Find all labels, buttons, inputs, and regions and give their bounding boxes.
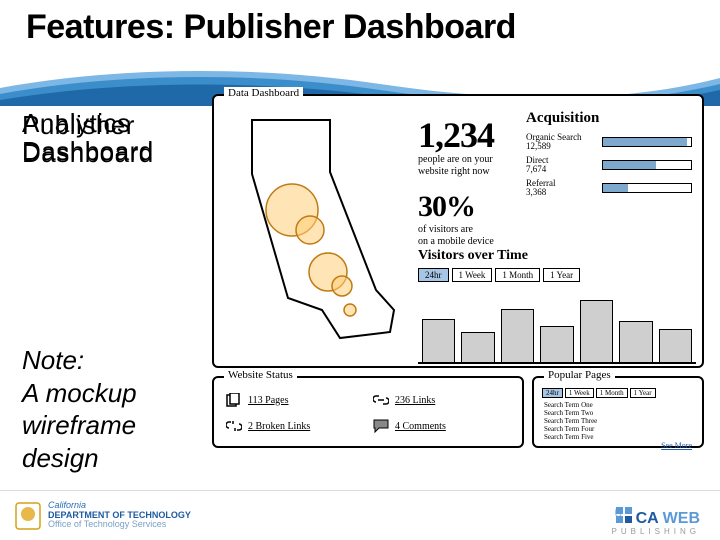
visitors-bar-chart (418, 288, 696, 364)
list-item: Search Term Two (544, 409, 692, 417)
chart-bar (540, 326, 573, 362)
acq-bar (603, 138, 687, 146)
footer: California DEPARTMENT OF TECHNOLOGY Offi… (0, 490, 720, 540)
see-more-link[interactable]: See More (544, 441, 692, 450)
brand-publishing: PUBLISHING (612, 527, 700, 536)
note-text: Note: A mockup wireframe design (22, 344, 202, 474)
status-label: 2 Broken Links (248, 421, 310, 432)
acquisition-block: Acquisition Organic Search12,589 Direct7… (526, 110, 692, 202)
status-comments[interactable]: 4 Comments (373, 416, 510, 436)
pop-tab-1month[interactable]: 1 Month (596, 388, 628, 398)
list-item: Search Term Three (544, 417, 692, 425)
time-tabs: 24hr 1 Week 1 Month 1 Year (418, 268, 696, 282)
tab-1week[interactable]: 1 Week (452, 268, 493, 282)
broken-icon (226, 419, 242, 433)
panel-popular-pages: Popular Pages 24hr 1 Week 1 Month 1 Year… (532, 376, 704, 448)
panel-website-status: Website Status 113 Pages 236 Links 2 Bro… (212, 376, 524, 448)
list-item: Search Term Five (544, 433, 692, 441)
chart-bar (580, 300, 613, 362)
footer-brand: CAWEB (616, 507, 700, 528)
acq-value: 3,368 (526, 187, 546, 197)
acq-value: 7,674 (526, 164, 546, 174)
chart-bar (619, 321, 652, 362)
mobile-pct-sub: of visitors are on a mobile device (418, 224, 494, 248)
comment-icon (373, 419, 389, 433)
visitors-header: Visitors over Time (418, 248, 696, 264)
acq-row: Direct7,674 (526, 156, 692, 175)
footer-left-logo: California DEPARTMENT OF TECHNOLOGY Offi… (14, 501, 191, 531)
list-item: Search Term Four (544, 425, 692, 433)
acq-value: 12,589 (526, 141, 551, 151)
pop-tab-24hr[interactable]: 24hr (542, 388, 563, 398)
chart-bar (501, 309, 534, 362)
pages-icon (226, 393, 242, 407)
status-links[interactable]: 236 Links (373, 390, 510, 410)
panel-label: Website Status (224, 369, 297, 381)
tab-24hr[interactable]: 24hr (418, 268, 449, 282)
tab-1month[interactable]: 1 Month (495, 268, 540, 282)
brand-squares-icon (616, 507, 632, 523)
california-map (222, 110, 406, 356)
visitors-over-time: Visitors over Time 24hr 1 Week 1 Month 1… (418, 248, 696, 364)
panel-data-dashboard: Data Dashboard 1,234 people are on your … (212, 94, 704, 368)
status-label: 4 Comments (395, 421, 446, 432)
panel-label: Data Dashboard (224, 87, 303, 99)
acq-bar (603, 184, 628, 192)
state-seal-icon (14, 501, 42, 531)
caption-dashboard-b: Dashboard (22, 138, 154, 169)
status-pages[interactable]: 113 Pages (226, 390, 363, 410)
page-title: Features: Publisher Dashboard (26, 8, 516, 47)
acq-row: Organic Search12,589 (526, 133, 692, 152)
overlapping-caption: Analytics Dashboard Publisher Dashboard (22, 108, 202, 178)
popular-terms-list: Search Term One Search Term Two Search T… (544, 401, 692, 441)
tab-1year[interactable]: 1 Year (543, 268, 580, 282)
caption-publisher: Publisher (22, 110, 135, 141)
status-broken-links[interactable]: 2 Broken Links (226, 416, 363, 436)
chart-bar (659, 329, 692, 362)
dashboard-mockup: Data Dashboard 1,234 people are on your … (212, 94, 704, 448)
acq-row: Referral3,368 (526, 179, 692, 198)
panel-label: Popular Pages (544, 369, 615, 381)
brand-web: WEB (663, 510, 700, 528)
links-icon (373, 393, 389, 407)
realtime-count: 1,234 (418, 114, 494, 156)
acquisition-header: Acquisition (526, 110, 692, 127)
chart-bar (422, 319, 455, 362)
footer-office: Office of Technology Services (48, 520, 191, 529)
list-item: Search Term One (544, 401, 692, 409)
realtime-sub: people are on your website right now (418, 154, 493, 178)
pop-tab-1week[interactable]: 1 Week (565, 388, 594, 398)
brand-ca: CA (636, 510, 659, 528)
pop-tab-1year[interactable]: 1 Year (630, 388, 656, 398)
mobile-pct: 30% (418, 190, 475, 224)
chart-bar (461, 332, 494, 362)
status-label: 113 Pages (248, 395, 288, 406)
acq-bar (603, 161, 656, 169)
status-label: 236 Links (395, 395, 435, 406)
